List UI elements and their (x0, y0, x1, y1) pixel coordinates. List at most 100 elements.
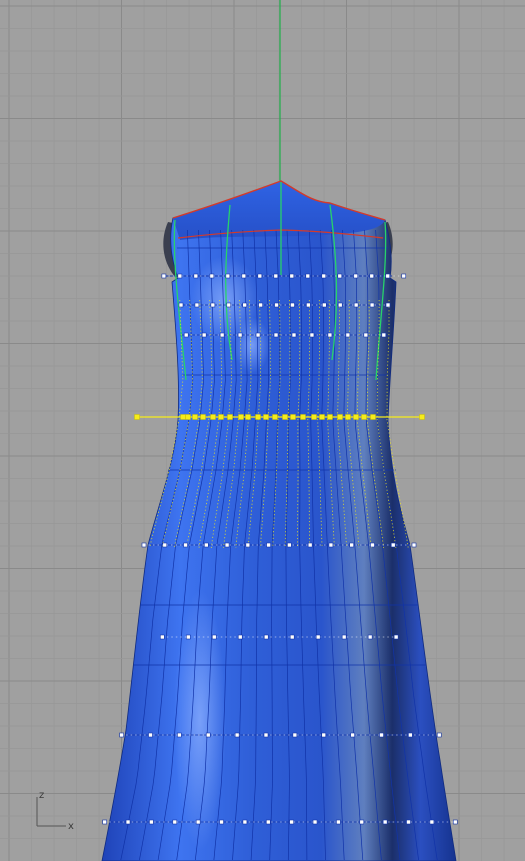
control-point[interactable] (183, 332, 189, 338)
control-point[interactable] (429, 819, 435, 825)
control-point[interactable] (211, 634, 217, 640)
selected-control-point[interactable] (290, 414, 296, 420)
control-point[interactable] (204, 542, 209, 548)
selected-control-point[interactable] (192, 414, 198, 420)
control-point[interactable] (237, 634, 243, 640)
control-point[interactable] (381, 332, 387, 338)
selected-control-point[interactable] (180, 414, 186, 420)
control-point[interactable] (224, 542, 230, 548)
control-point[interactable] (290, 302, 295, 308)
control-point[interactable] (177, 273, 183, 279)
control-point[interactable] (125, 819, 131, 825)
control-point[interactable] (411, 542, 417, 548)
control-point[interactable] (408, 732, 413, 738)
selected-control-point[interactable] (353, 414, 359, 420)
control-point[interactable] (263, 634, 269, 640)
control-point[interactable] (219, 819, 224, 825)
control-point[interactable] (341, 634, 347, 640)
control-point[interactable] (350, 732, 355, 738)
viewport-canvas[interactable]: z x (0, 0, 525, 861)
control-point[interactable] (292, 732, 298, 738)
selected-control-point[interactable] (245, 414, 251, 420)
control-point[interactable] (385, 273, 391, 279)
control-point[interactable] (353, 273, 359, 279)
control-point[interactable] (102, 819, 107, 825)
control-point[interactable] (369, 302, 375, 308)
control-point[interactable] (336, 819, 341, 825)
control-point[interactable] (321, 732, 327, 738)
control-point[interactable] (161, 273, 167, 279)
control-point[interactable] (234, 732, 240, 738)
control-point[interactable] (255, 332, 261, 338)
selected-control-point[interactable] (185, 414, 191, 420)
control-point[interactable] (321, 273, 327, 279)
control-point[interactable] (349, 542, 354, 548)
control-point[interactable] (226, 302, 232, 308)
control-point[interactable] (353, 302, 359, 308)
control-point[interactable] (306, 302, 311, 308)
control-point[interactable] (401, 273, 407, 279)
control-point[interactable] (307, 542, 313, 548)
control-point[interactable] (315, 634, 321, 640)
control-point[interactable] (274, 302, 279, 308)
control-point[interactable] (359, 819, 365, 825)
selected-control-point[interactable] (337, 414, 343, 420)
control-point[interactable] (225, 273, 231, 279)
control-point[interactable] (345, 332, 351, 338)
control-point[interactable] (452, 819, 458, 825)
selected-control-point[interactable] (300, 414, 306, 420)
control-point[interactable] (257, 273, 263, 279)
control-point[interactable] (266, 542, 271, 548)
control-point[interactable] (337, 302, 343, 308)
selected-control-point[interactable] (263, 414, 269, 420)
control-point[interactable] (210, 302, 216, 308)
control-point[interactable] (393, 634, 399, 640)
control-point[interactable] (242, 302, 247, 308)
selected-control-point[interactable] (327, 414, 333, 420)
dress-surface[interactable] (101, 180, 457, 861)
control-point[interactable] (185, 634, 191, 640)
control-point[interactable] (289, 819, 294, 825)
control-point[interactable] (406, 819, 411, 825)
control-point[interactable] (237, 332, 243, 338)
control-point[interactable] (195, 819, 201, 825)
selected-control-point[interactable] (218, 414, 224, 420)
control-point[interactable] (265, 819, 271, 825)
selected-control-point[interactable] (345, 414, 351, 420)
control-point[interactable] (209, 273, 215, 279)
control-point[interactable] (289, 634, 295, 640)
selected-control-point[interactable] (319, 414, 325, 420)
control-point[interactable] (162, 542, 168, 548)
control-point[interactable] (178, 302, 184, 308)
selected-control-point[interactable] (238, 414, 244, 420)
control-point[interactable] (370, 542, 375, 548)
selected-control-point[interactable] (210, 414, 216, 420)
selected-control-point[interactable] (282, 414, 288, 420)
control-point[interactable] (385, 302, 391, 308)
control-point[interactable] (363, 332, 369, 338)
control-point[interactable] (172, 819, 178, 825)
selected-control-point[interactable] (272, 414, 278, 420)
selected-control-point[interactable] (134, 414, 140, 420)
control-point[interactable] (369, 273, 375, 279)
control-point[interactable] (119, 732, 124, 738)
control-point[interactable] (241, 273, 247, 279)
control-point[interactable] (258, 302, 263, 308)
selected-control-point[interactable] (419, 414, 425, 420)
selected-control-point[interactable] (311, 414, 317, 420)
control-point[interactable] (289, 273, 295, 279)
control-point[interactable] (194, 302, 200, 308)
control-point[interactable] (322, 302, 327, 308)
control-point[interactable] (436, 732, 442, 738)
control-point[interactable] (379, 732, 384, 738)
control-point[interactable] (242, 819, 248, 825)
selected-control-point[interactable] (255, 414, 261, 420)
control-point[interactable] (141, 542, 147, 548)
control-point[interactable] (337, 273, 343, 279)
control-point[interactable] (245, 542, 251, 548)
selected-control-point[interactable] (200, 414, 206, 420)
control-point[interactable] (273, 332, 279, 338)
selected-control-point[interactable] (361, 414, 367, 420)
control-point[interactable] (177, 732, 182, 738)
control-point[interactable] (390, 542, 396, 548)
